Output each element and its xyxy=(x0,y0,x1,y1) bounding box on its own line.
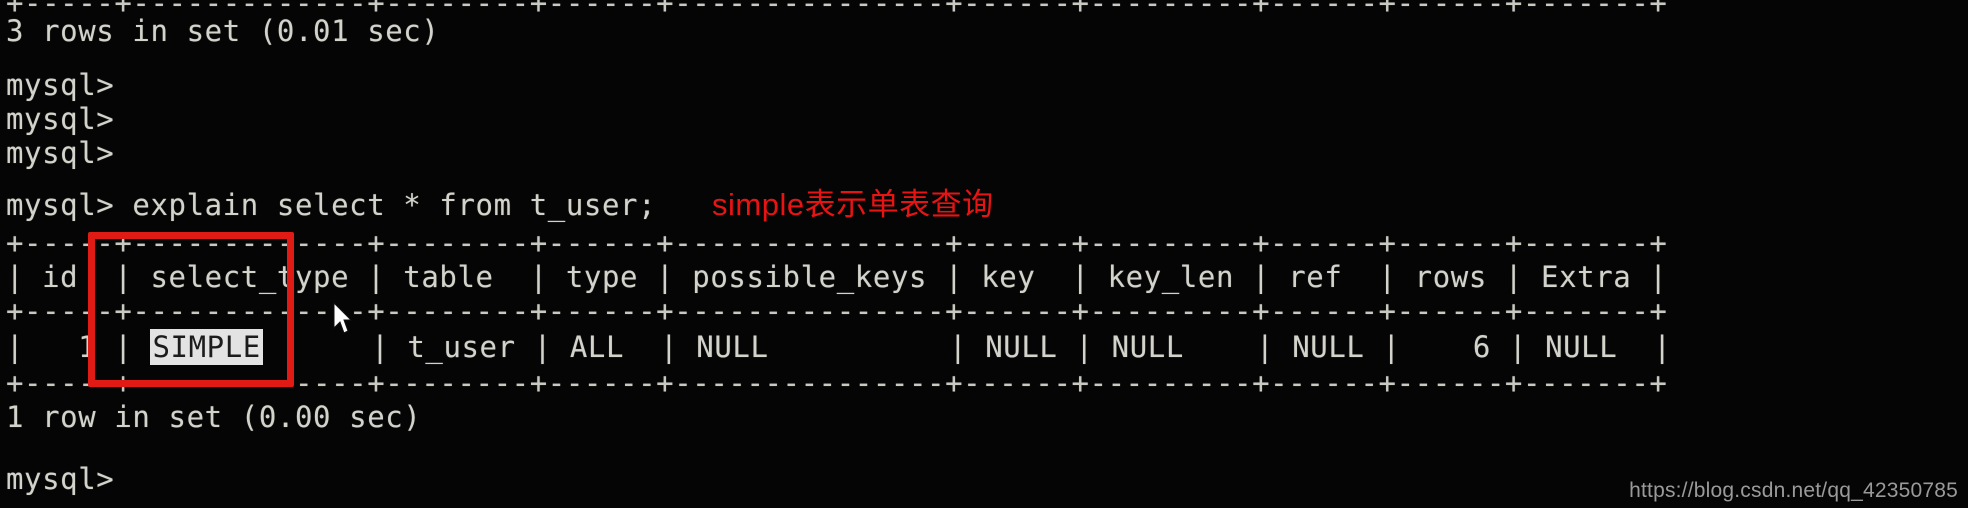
watermark-url: https://blog.csdn.net/qq_42350785 xyxy=(1629,479,1958,502)
result-count-previous-query: 3 rows in set (0.01 sec) xyxy=(6,14,440,48)
table-header-row: | id | select_type | table | type | poss… xyxy=(6,260,1668,294)
table-data-row: | 1 | SIMPLE | t_user | ALL | NULL | NUL… xyxy=(6,329,1672,365)
row-remaining-cells: | t_user | ALL | NULL | NULL | NULL | NU… xyxy=(262,330,1672,364)
clipped-table-rule-top: +-----+-------------+--------+------+---… xyxy=(0,0,1968,14)
explain-command-line: mysql> explain select * from t_user; xyxy=(6,188,657,222)
table-rule: +-----+-------------+--------+------+---… xyxy=(6,0,1667,14)
terminal-window[interactable]: +-----+-------------+--------+------+---… xyxy=(0,0,1968,508)
table-rule-bottom: +-----+-------------+--------+------+---… xyxy=(6,366,1668,400)
prompt-line-3: mysql> xyxy=(6,136,115,170)
red-annotation-text: simple表示单表查询 xyxy=(712,187,994,222)
row-prefix-id-cell: | 1 | xyxy=(6,330,151,364)
prompt-line-2: mysql> xyxy=(6,102,115,136)
prompt-line-1: mysql> xyxy=(6,68,115,102)
table-rule-top: +-----+-------------+--------+------+---… xyxy=(6,226,1668,260)
result-count-current-query: 1 row in set (0.00 sec) xyxy=(6,400,422,434)
prompt-line-final: mysql> xyxy=(6,462,115,496)
table-rule-middle: +-----+-------------+--------+------+---… xyxy=(6,294,1668,328)
select-type-value-highlighted[interactable]: SIMPLE xyxy=(150,329,263,365)
